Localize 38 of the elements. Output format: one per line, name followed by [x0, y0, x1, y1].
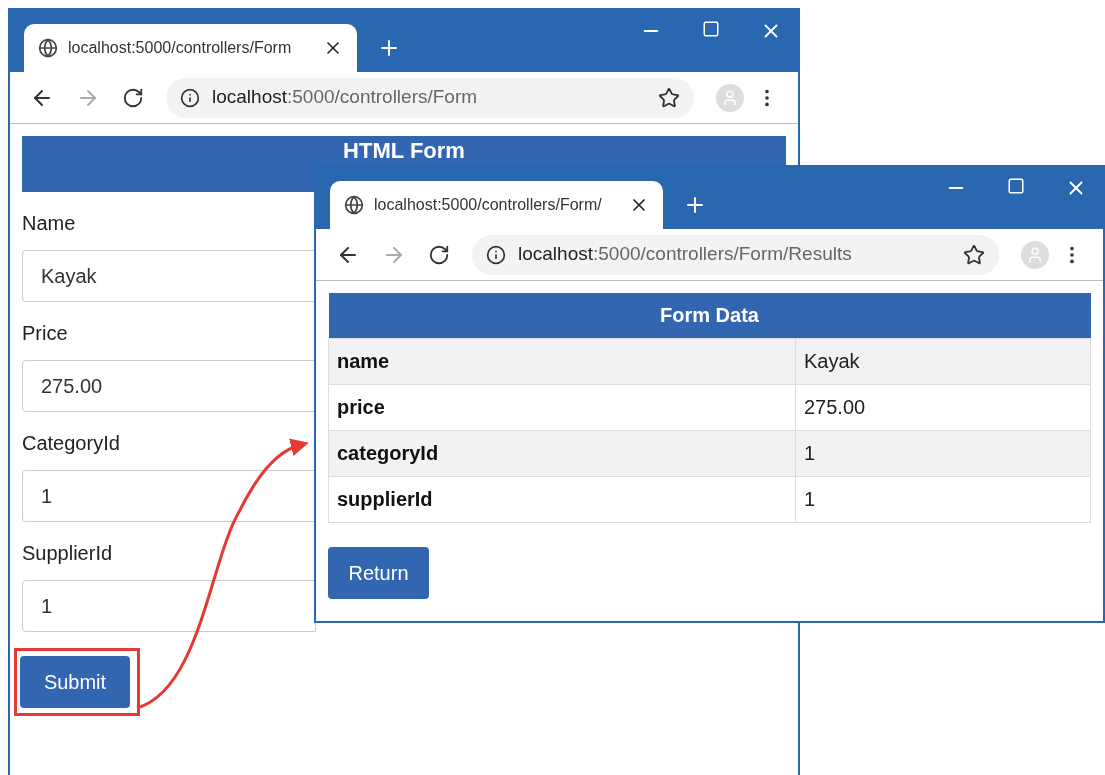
- tab-title: localhost:5000/controllers/Form: [68, 38, 293, 58]
- table-cell: Kayak: [795, 338, 1091, 384]
- url-text: localhost:5000/controllers/Form/Results: [518, 242, 853, 267]
- table-cell: price: [328, 384, 796, 430]
- url-text: localhost:5000/controllers/Form: [212, 85, 479, 110]
- browser-tab[interactable]: localhost:5000/controllers/Form/: [330, 181, 663, 229]
- field-label: Name: [22, 211, 76, 236]
- return-button[interactable]: Return: [328, 546, 429, 599]
- input-field[interactable]: Kayak: [22, 250, 316, 302]
- maximize-icon[interactable]: [1007, 177, 1025, 195]
- input-field[interactable]: 275.00: [22, 360, 316, 412]
- info-icon: [486, 244, 506, 265]
- submit-button[interactable]: Submit: [20, 656, 130, 708]
- address-bar[interactable]: localhost:5000/controllers/Form/Results: [472, 234, 999, 275]
- table-cell: 1: [795, 430, 1091, 476]
- input-field[interactable]: 1: [22, 580, 316, 632]
- browser-tab[interactable]: localhost:5000/controllers/Form: [24, 24, 357, 72]
- field-label: Price: [22, 321, 68, 346]
- table-cell: 275.00: [795, 384, 1091, 430]
- table-heading: Form Data: [328, 293, 1091, 338]
- bookmark-star-icon[interactable]: [963, 243, 985, 266]
- info-icon: [180, 87, 200, 108]
- reload-icon[interactable]: [428, 243, 450, 266]
- globe-icon: [38, 38, 58, 58]
- address-bar[interactable]: localhost:5000/controllers/Form: [166, 77, 694, 118]
- table-cell: categoryId: [328, 430, 796, 476]
- globe-icon: [344, 195, 364, 215]
- field-label: CategoryId: [22, 431, 120, 456]
- bookmark-star-icon[interactable]: [658, 86, 680, 109]
- form-heading-text: HTML Form: [342, 138, 466, 164]
- reload-icon[interactable]: [122, 86, 144, 109]
- input-field[interactable]: 1: [22, 470, 316, 522]
- tab-title: localhost:5000/controllers/Form/: [374, 195, 603, 215]
- table-cell: supplierId: [328, 476, 796, 522]
- table-cell: 1: [795, 476, 1091, 522]
- table-cell: name: [328, 338, 796, 384]
- field-label: SupplierId: [22, 541, 113, 566]
- maximize-icon[interactable]: [702, 20, 720, 38]
